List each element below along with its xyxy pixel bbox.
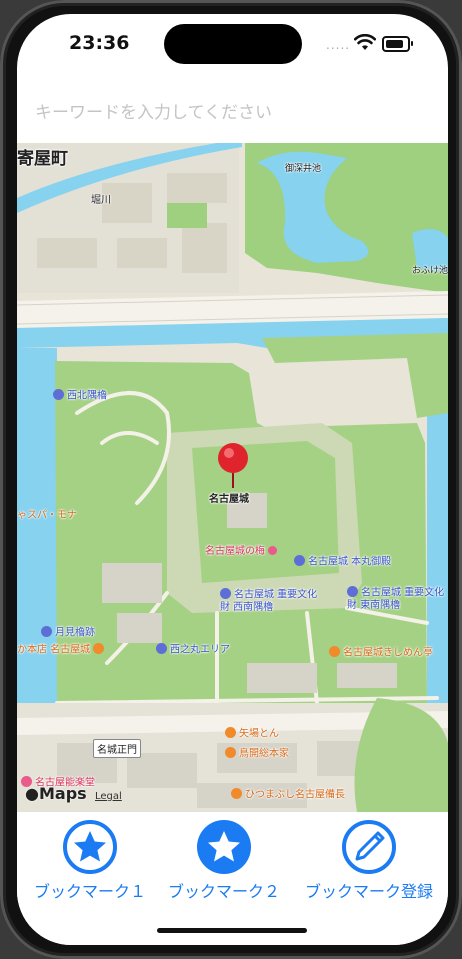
dynamic-island <box>164 24 302 64</box>
map-label-tonan: 名古屋城 重要文化財 東南隅櫓 <box>347 586 445 611</box>
restaurant-icon <box>225 747 236 758</box>
battery-icon <box>382 36 413 52</box>
map-label-seinan: 名古屋城 重要文化財 西南隅櫓 <box>220 588 318 613</box>
restaurant-icon <box>329 646 340 657</box>
landmark-icon <box>53 389 64 400</box>
star-filled-icon <box>197 820 251 874</box>
bookmark-1-label: ブックマーク１ <box>33 882 146 901</box>
apple-maps-logo: ●Maps <box>25 784 87 803</box>
map-label-spa: ゃスパ・モナ <box>17 510 77 521</box>
landmark-icon <box>156 643 167 654</box>
map-label-ninomaru: 西之丸エリア <box>156 643 230 657</box>
map-label-tsukimi: 月見櫓跡 <box>41 626 95 640</box>
screen: 23:36 ..... キーワードを入力してください 寄屋町 堀川 御深井池 お… <box>17 14 448 945</box>
map-label-gofukei: 御深井池 <box>285 164 322 174</box>
map-label-honten: か本店 名古屋城 <box>17 643 107 657</box>
bookmark-1-button[interactable]: ブックマーク１ <box>25 818 155 902</box>
restaurant-icon <box>231 788 242 799</box>
landmark-icon <box>220 588 231 599</box>
status-bar: 23:36 ..... <box>17 14 448 74</box>
map-label-gate: 名城正門 <box>93 739 141 758</box>
landmark-icon <box>347 586 358 597</box>
landmark-icon <box>41 626 52 637</box>
map-label-seihoku: 西北隅櫓 <box>53 389 107 403</box>
map-pin-label: 名古屋城 <box>209 494 249 505</box>
restaurant-icon <box>225 727 236 738</box>
signal-icon: ..... <box>326 38 351 52</box>
apple-icon: ● <box>25 784 39 803</box>
bookmark-register-label: ブックマーク登録 <box>304 882 433 901</box>
bottom-toolbar: ブックマーク１ ブックマーク２ ブックマーク登録 <box>17 812 448 945</box>
bookmark-2-button[interactable]: ブックマーク２ <box>159 818 289 902</box>
map-canvas <box>17 143 448 812</box>
star-outline-icon <box>63 820 117 874</box>
legal-link[interactable]: Legal <box>95 791 122 802</box>
search-input[interactable] <box>17 84 448 142</box>
home-indicator <box>157 928 307 933</box>
map-view[interactable]: 寄屋町 堀川 御深井池 おふけ池 西北隅櫓 ゃスパ・モナ 名古屋城 名古屋城の梅… <box>17 143 448 812</box>
map-label-hitsumabushi: ひつまぶし名古屋備長 <box>231 788 345 802</box>
pencil-icon <box>342 820 396 874</box>
map-label-kishimen: 名古屋城きしめん亭 <box>329 646 433 660</box>
map-label-kiyomachi: 寄屋町 <box>17 149 68 169</box>
map-label-ofukei: おふけ池 <box>412 266 448 276</box>
bookmark-register-button[interactable]: ブックマーク登録 <box>298 818 440 902</box>
map-label-yabaton: 矢場とん <box>225 727 279 741</box>
map-label-castle-ume: 名古屋城の梅 <box>205 545 280 558</box>
phone-frame: 23:36 ..... キーワードを入力してください 寄屋町 堀川 御深井池 お… <box>0 0 462 959</box>
map-label-horikawa: 堀川 <box>91 195 111 206</box>
status-time: 23:36 <box>69 32 130 54</box>
flower-icon <box>268 545 277 555</box>
wifi-icon <box>354 34 376 50</box>
map-label-torikai: 鳥開総本家 <box>225 747 289 761</box>
bookmark-2-label: ブックマーク２ <box>167 882 280 901</box>
landmark-icon <box>294 555 305 566</box>
crown-icon <box>93 643 105 654</box>
map-label-honmaru: 名古屋城 本丸御殿 <box>294 555 391 569</box>
